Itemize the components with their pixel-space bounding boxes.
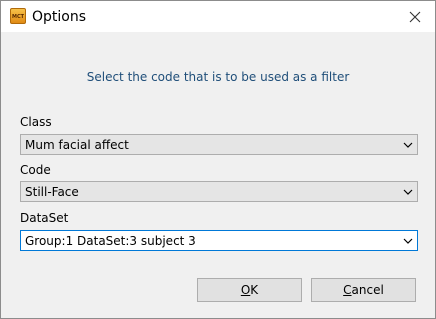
- dataset-dropdown-value: Group:1 DataSet:3 subject 3: [25, 234, 196, 248]
- code-label: Code: [20, 163, 51, 177]
- code-dropdown[interactable]: Still-Face: [20, 181, 418, 202]
- class-dropdown[interactable]: Mum facial affect: [20, 134, 418, 155]
- chevron-down-icon: [403, 142, 413, 148]
- chevron-down-icon: [403, 238, 413, 244]
- cancel-button-label: ancel: [351, 283, 384, 297]
- cancel-button[interactable]: Cancel: [311, 278, 416, 302]
- ok-button[interactable]: OK: [197, 278, 302, 302]
- close-button[interactable]: [395, 1, 435, 32]
- dataset-label: DataSet: [20, 211, 69, 225]
- ok-button-label: K: [250, 283, 259, 297]
- class-dropdown-value: Mum facial affect: [25, 138, 129, 152]
- chevron-down-icon: [403, 189, 413, 195]
- cancel-button-accel: C: [343, 283, 352, 297]
- class-label: Class: [20, 115, 52, 129]
- instruction-text: Select the code that is to be used as a …: [86, 70, 350, 84]
- ok-button-accel: O: [240, 283, 251, 297]
- close-icon: [409, 11, 421, 22]
- code-dropdown-value: Still-Face: [25, 185, 79, 199]
- app-icon: MCT: [10, 8, 26, 24]
- title-bar: MCT Options: [1, 1, 435, 32]
- dataset-dropdown[interactable]: Group:1 DataSet:3 subject 3: [20, 230, 418, 251]
- options-dialog: MCT Options Select the code that is to b…: [0, 0, 436, 319]
- window-title: Options: [32, 9, 87, 25]
